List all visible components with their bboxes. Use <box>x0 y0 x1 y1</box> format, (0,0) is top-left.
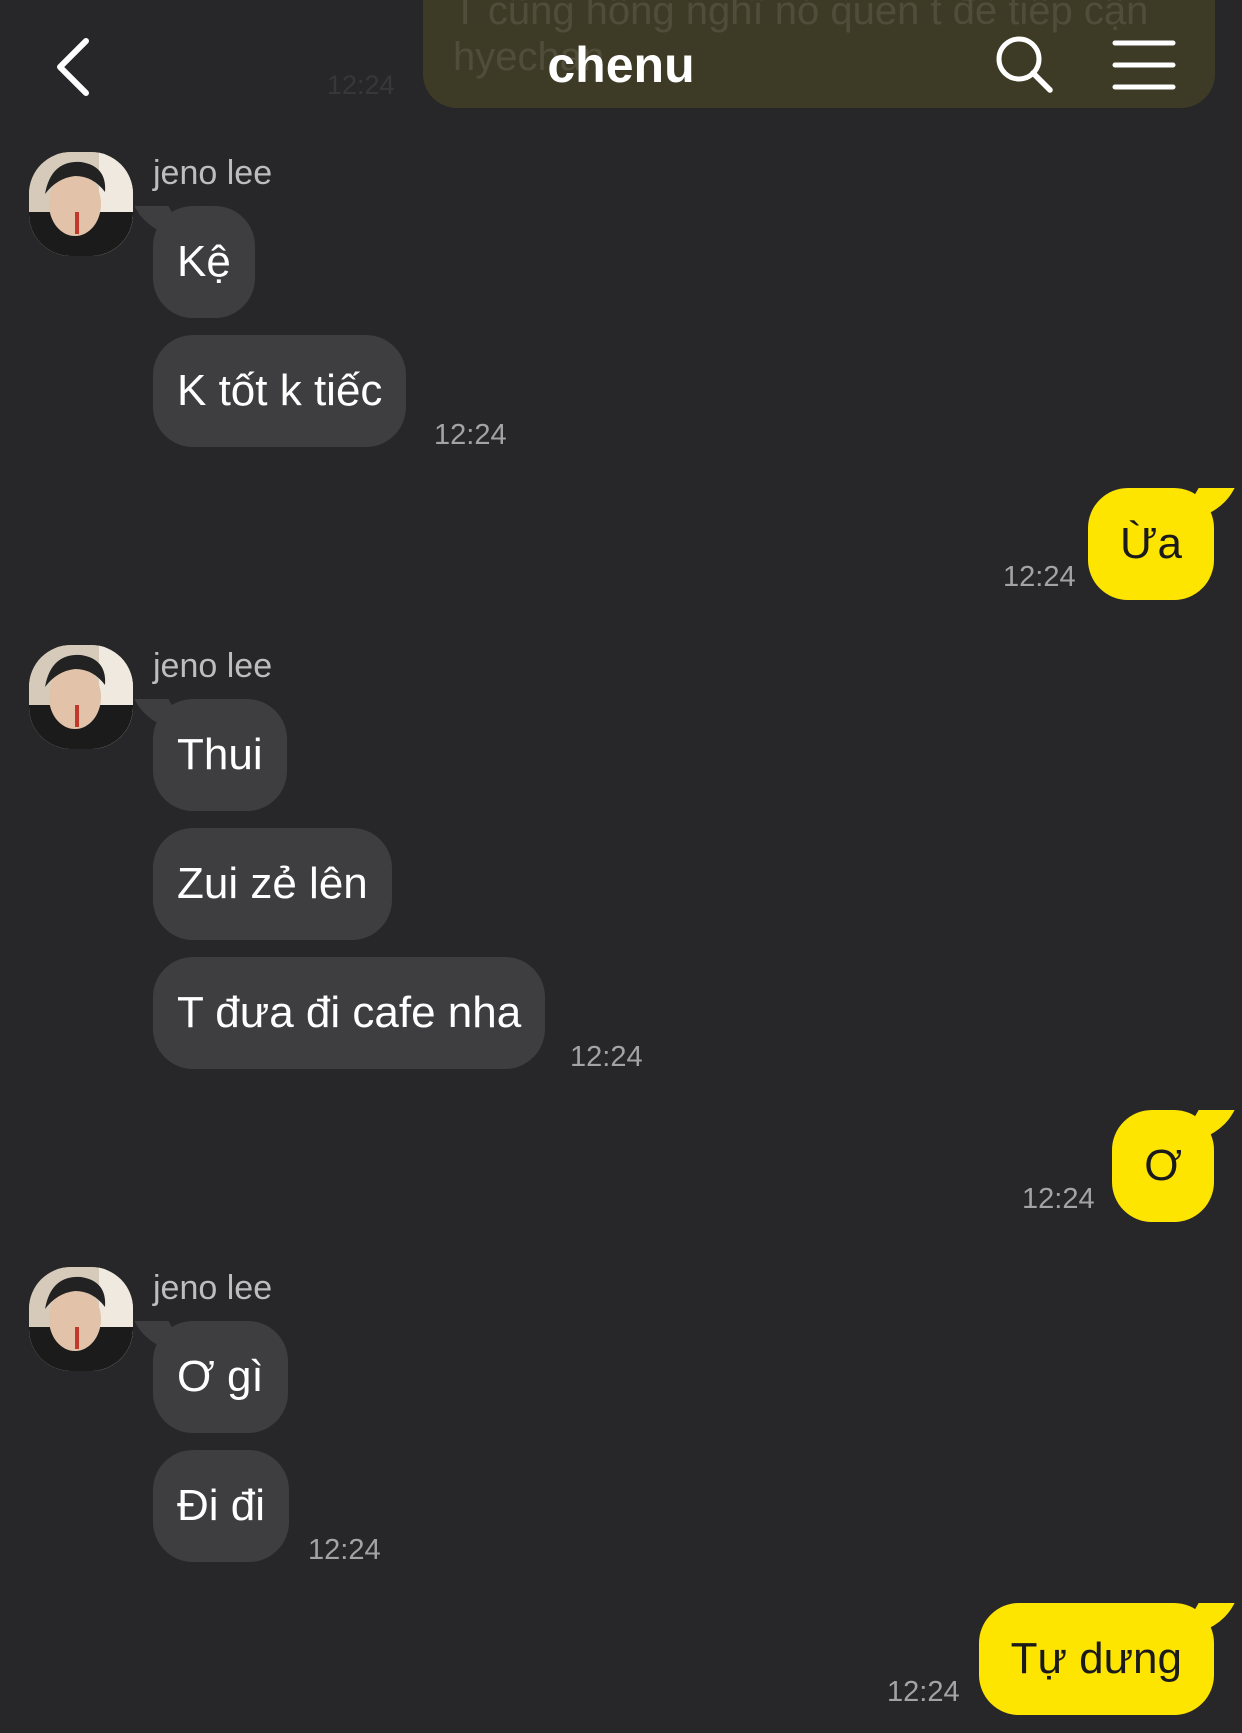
sender-name: jeno lee <box>153 647 273 685</box>
menu-button[interactable] <box>1112 38 1176 92</box>
outgoing-message[interactable]: Ừa <box>1087 488 1214 600</box>
message-time: 12:24 <box>887 1676 960 1708</box>
message-time: 12:24 <box>1022 1183 1095 1215</box>
search-button[interactable] <box>992 32 1058 98</box>
search-icon <box>996 36 1053 93</box>
sender-name: jeno lee <box>153 154 273 192</box>
sender-name: jeno lee <box>153 1269 273 1307</box>
avatar[interactable] <box>29 645 133 749</box>
incoming-message[interactable]: K tốt k tiếc <box>153 335 407 447</box>
message-time: 12:24 <box>308 1534 381 1566</box>
message-time: 12:24 <box>434 419 507 451</box>
incoming-message[interactable]: Ơ gì <box>153 1321 288 1433</box>
incoming-message[interactable]: Zui zẻ lên <box>153 828 392 940</box>
incoming-message[interactable]: Thui <box>153 699 287 811</box>
outgoing-message[interactable]: Ơ <box>1112 1110 1214 1222</box>
incoming-message[interactable]: Đi đi <box>153 1450 290 1562</box>
outgoing-message[interactable]: Tự dưng <box>978 1603 1214 1715</box>
message-time: 12:24 <box>1003 561 1076 593</box>
avatar[interactable] <box>29 1267 133 1371</box>
hamburger-menu-icon <box>1112 40 1176 90</box>
profile-photo-icon <box>29 1267 133 1371</box>
profile-photo-icon <box>29 152 133 256</box>
profile-photo-icon <box>29 645 133 749</box>
top-bar: T cũng hông nghĩ nó quen t để tiếp cận h… <box>0 0 1242 130</box>
incoming-message[interactable]: Kệ <box>153 206 255 318</box>
message-time: 12:24 <box>570 1041 643 1073</box>
incoming-message[interactable]: T đưa đi cafe nha <box>153 957 546 1069</box>
avatar[interactable] <box>29 152 133 256</box>
